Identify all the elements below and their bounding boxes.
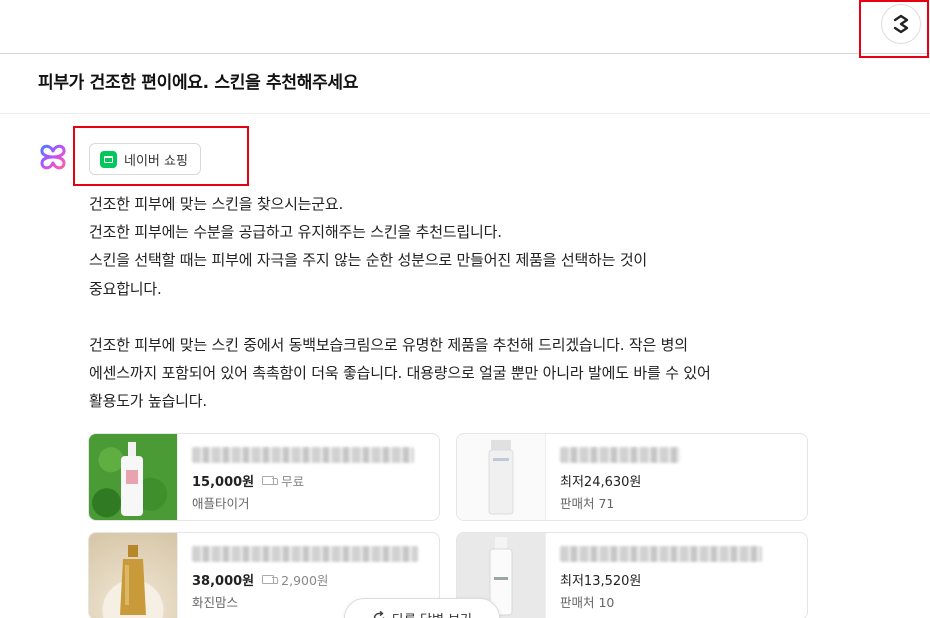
answer-line: 건조한 피부에는 수분을 공급하고 유지해주는 스킨을 추천드립니다. [89, 223, 502, 242]
product-title-blurred [192, 447, 414, 463]
product-seller: 판매처 10 [560, 595, 615, 610]
product-price: 최저24,630원 [560, 475, 642, 490]
product-seller: 화진맘스 [192, 595, 239, 610]
product-price: 15,000원 [192, 475, 255, 490]
answer-line: 활용도가 높습니다. [89, 392, 207, 411]
product-card[interactable]: 최저13,520원 판매처 10 [456, 532, 808, 618]
regenerate-label: 다른 답변 보기 [392, 609, 472, 618]
top-bar [0, 0, 930, 54]
product-seller: 판매처 71 [560, 496, 615, 511]
shipping-fee: 무료 [281, 474, 305, 489]
product-image [457, 434, 545, 520]
refresh-icon [373, 611, 385, 618]
source-chip-naver-shopping[interactable]: 네이버 쇼핑 [89, 143, 201, 175]
question-divider [0, 113, 930, 114]
answer-line: 건조한 피부에 맞는 스킨을 찾으시는군요. [89, 195, 344, 213]
answer-line: 중요합니다. [89, 279, 162, 298]
product-seller: 애플타이거 [192, 496, 250, 511]
regenerate-answer-button[interactable]: 다른 답변 보기 [344, 598, 500, 618]
product-card[interactable]: 15,000원 무료 애플타이거 [88, 433, 440, 521]
assistant-logo-icon [40, 144, 66, 170]
assistant-answer: 건조한 피부에 맞는 스킨을 찾으시는군요. 건조한 피부에는 수분을 공급하고… [89, 190, 819, 416]
product-title-blurred [560, 546, 762, 562]
product-card[interactable]: 최저24,630원 판매처 71 [456, 433, 808, 521]
source-chip-label: 네이버 쇼핑 [124, 153, 188, 169]
truck-icon [262, 574, 279, 585]
truck-icon [262, 475, 279, 486]
shipping-fee: 2,900원 [281, 573, 329, 588]
user-question: 피부가 건조한 편이에요. 스킨을 추천해주세요 [38, 73, 359, 93]
product-title-blurred [560, 447, 680, 463]
s-logo-button[interactable] [881, 4, 921, 44]
answer-line: 건조한 피부에 맞는 스킨 중에서 동백보습크림으로 유명한 제품을 추천해 드… [89, 336, 688, 354]
naver-shopping-icon [100, 150, 117, 168]
product-image [89, 533, 177, 618]
s-logo-icon [893, 14, 909, 34]
answer-line: 에센스까지 포함되어 있어 촉촉함이 더욱 좋습니다. 대용량으로 얼굴 뿐만 … [89, 364, 711, 383]
product-title-blurred [192, 546, 418, 562]
product-price: 최저13,520원 [560, 574, 642, 589]
product-image [89, 434, 177, 520]
product-price: 38,000원 [192, 574, 255, 589]
answer-line: 스킨을 선택할 때는 피부에 자극을 주지 않는 순한 성분으로 만들어진 제품… [89, 251, 648, 270]
